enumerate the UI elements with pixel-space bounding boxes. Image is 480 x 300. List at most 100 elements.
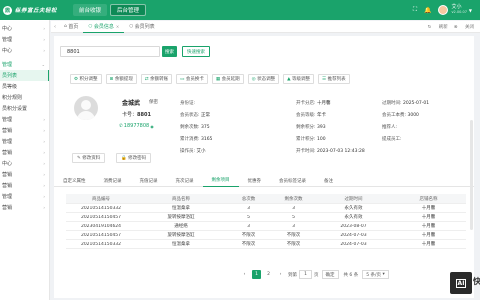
- sidebar-item-points-rule[interactable]: 积分规则: [0, 92, 49, 103]
- ai-assistant-button[interactable]: AI: [450, 272, 472, 294]
- search-input[interactable]: [60, 46, 160, 57]
- tab-home[interactable]: ⌂ 首页: [59, 21, 83, 33]
- sidebar-item[interactable]: 营销 ›: [0, 125, 49, 136]
- search-button[interactable]: 搜索: [162, 46, 177, 57]
- prev-page-icon[interactable]: ‹: [240, 270, 249, 279]
- table-cell: 3: [292, 205, 295, 211]
- sidebar-item[interactable]: 管理 ›: [0, 191, 49, 202]
- sidebar-item-label: 员积分设置: [2, 106, 28, 112]
- adjust-points-button[interactable]: ⚙ 积分调整: [70, 74, 102, 84]
- table-cell: 3: [292, 223, 295, 229]
- sidebar-item[interactable]: 中心 ›: [0, 158, 49, 169]
- goto-page-input[interactable]: 1: [299, 270, 312, 279]
- level-button[interactable]: ▲ 等级调整: [283, 74, 315, 84]
- edit-profile-button[interactable]: ✎ 修改资料: [72, 153, 106, 163]
- subtab-consume[interactable]: 消费记录: [95, 174, 131, 187]
- subtab-recharge[interactable]: 充值记录: [131, 174, 167, 187]
- sidebar-item-label: 管理: [2, 62, 13, 68]
- subtab-notes[interactable]: 备注: [315, 174, 342, 187]
- extend-button[interactable]: ▦ 会员延期: [211, 74, 244, 84]
- close-all-button[interactable]: ⊗ 关闭: [454, 24, 474, 30]
- close-icon[interactable]: ×: [116, 24, 119, 29]
- member-card-no: 卡号：8801: [122, 111, 151, 118]
- chevron-down-icon[interactable]: ▼: [469, 8, 472, 13]
- user-info[interactable]: 艾小 v2.00.07: [451, 5, 466, 15]
- member-phone: ✆ 18977808 ◉: [119, 123, 154, 129]
- table-cell: 20210514150457: [80, 214, 122, 220]
- sidebar-item-member-list[interactable]: 员列表: [0, 70, 49, 81]
- bell-icon[interactable]: 🔔: [423, 6, 432, 15]
- table-cell: 20210514150332: [80, 241, 122, 247]
- chevron-right-icon: ›: [43, 205, 45, 210]
- info-commission: 提成员工:: [382, 137, 402, 142]
- sidebar-item-member-level[interactable]: 员等级: [0, 81, 49, 92]
- button-label: 状态调整: [257, 77, 276, 82]
- button-label: 积分调整: [79, 77, 98, 82]
- subtab-tags[interactable]: 会员标签记录: [270, 174, 315, 187]
- table-cell: 十月馨: [421, 233, 436, 238]
- sidebar-item[interactable]: 中心 ›: [0, 45, 49, 56]
- table-cell: 恒温桑拿: [172, 242, 190, 247]
- remaining-items-table: 商品编号 商品名称 总次数 剩余次数 过期时间 店铺名称 20210514150…: [66, 194, 466, 249]
- tab-member-list[interactable]: ○ 会员列表: [124, 21, 159, 33]
- table-cell: 5: [247, 214, 250, 220]
- table-cell: 旋转按摩浴缸: [167, 215, 195, 220]
- avatar-body: [77, 111, 95, 120]
- subtab-custom[interactable]: 自定义属性: [54, 174, 95, 187]
- card-label: 卡号：: [122, 112, 138, 118]
- table-row: 20210514150332 恒温桑拿 3 3 永久有效 十月馨: [66, 204, 466, 213]
- info-total-points: 累计积分: 100: [296, 137, 326, 142]
- page-2-button[interactable]: 2: [264, 270, 273, 279]
- sidebar-item-points-setting[interactable]: 员积分设置: [0, 103, 49, 114]
- top-tab-admin[interactable]: 后台管理: [110, 4, 147, 16]
- change-card-button[interactable]: ▭ 会员换卡: [176, 74, 208, 84]
- tab-member-info[interactable]: ○ 会员信息 ×: [83, 21, 125, 33]
- chevron-right-icon: ›: [43, 172, 45, 177]
- next-page-icon[interactable]: ›: [276, 270, 285, 279]
- tabs-prev-icon[interactable]: ‹: [51, 21, 59, 33]
- sidebar-item[interactable]: 营销 ›: [0, 169, 49, 180]
- subtab-recharge-times[interactable]: 充次记录: [167, 174, 203, 187]
- sidebar-item[interactable]: 管理 ›: [0, 136, 49, 147]
- table-row: 20210514150457 旋转按摩浴缸 不限次 不限次 2024-07-03…: [66, 231, 466, 240]
- transfer-button[interactable]: ⇄ 余额转账: [140, 74, 173, 84]
- info-remaining-times: 剩余次数: 375: [180, 125, 210, 130]
- status-button[interactable]: ◎ 状态调整: [247, 74, 280, 84]
- refresh-button[interactable]: ↻ 刷新: [428, 24, 448, 30]
- user-avatar[interactable]: [438, 5, 449, 15]
- scrollbar[interactable]: [470, 120, 473, 230]
- dot-icon: ○: [88, 23, 93, 29]
- table-cell: 十月馨: [421, 242, 436, 247]
- edit-icon: ✎: [77, 155, 81, 161]
- sidebar: 中心 › 管理 › 中心 › 管理 ⌄ 员列表 员等级 积分规则 员积分设置 管理 › 营…: [0, 20, 50, 300]
- sidebar-item-member[interactable]: 管理 ⌄: [0, 59, 49, 70]
- info-level: 会员等级: 年卡: [296, 113, 326, 118]
- avatar-head: [81, 100, 91, 110]
- page-size-select[interactable]: 5 条/页 ▾: [362, 270, 389, 279]
- dot-icon: ○: [129, 24, 134, 29]
- tab-label: 会员列表: [134, 24, 155, 30]
- info-referrer: 推荐人:: [382, 125, 398, 130]
- sidebar-item[interactable]: 中心 ›: [0, 23, 49, 34]
- edit-password-button[interactable]: 🔒 修改密码: [116, 153, 152, 163]
- button-label: 修改资料: [82, 156, 101, 161]
- sidebar-item[interactable]: 管理 ›: [0, 34, 49, 45]
- total-count: 共 6 条: [343, 272, 359, 278]
- page-1-button[interactable]: 1: [252, 270, 261, 279]
- subtab-remaining[interactable]: 剩余项目: [202, 174, 239, 187]
- withdraw-button[interactable]: ⊞ 余额提现: [105, 74, 137, 84]
- top-tab-pos[interactable]: 前台收银: [73, 4, 108, 16]
- fullscreen-icon[interactable]: ⛶: [410, 6, 419, 15]
- referral-list-button[interactable]: ☰ 推荐列表: [318, 74, 350, 84]
- wechat-icon: ◉: [150, 123, 154, 129]
- sidebar-item-label: 积分规则: [2, 95, 23, 101]
- sidebar-item[interactable]: 营销 ›: [0, 147, 49, 158]
- sidebar-item[interactable]: 营销 ›: [0, 180, 49, 191]
- button-label: 余额转账: [150, 77, 169, 82]
- quick-search-button[interactable]: 快速搜索: [182, 46, 210, 57]
- goto-confirm-button[interactable]: 确定: [321, 270, 339, 279]
- info-fee: 会员工本费: 3000: [382, 113, 419, 118]
- sidebar-item[interactable]: 营销 ›: [0, 202, 49, 213]
- sidebar-item[interactable]: 管理 ›: [0, 114, 49, 125]
- subtab-coupons[interactable]: 优惠券: [239, 174, 271, 187]
